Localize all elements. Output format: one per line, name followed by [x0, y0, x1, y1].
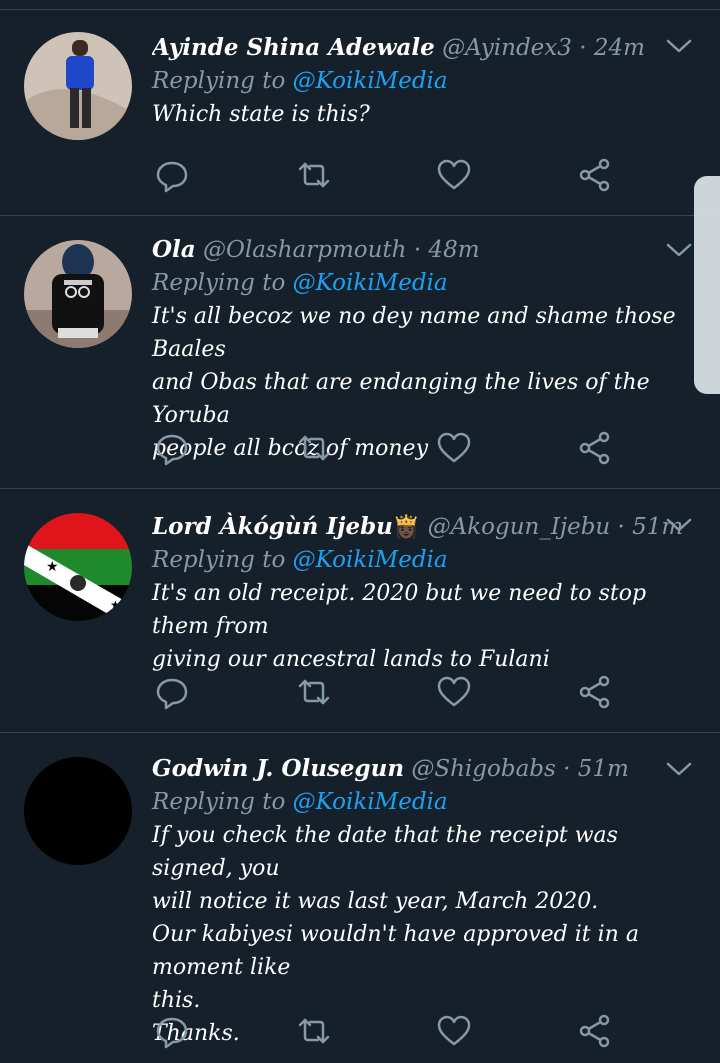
author-name[interactable]: Lord Àkógùń Ijebu: [152, 513, 393, 540]
replying-to: Replying to @KoikiMedia: [152, 785, 686, 819]
name-emoji: 👸🏿: [392, 515, 421, 540]
chevron-down-icon[interactable]: [664, 515, 694, 535]
avatar[interactable]: ★ ★: [24, 513, 132, 621]
svg-text:★: ★: [46, 559, 59, 575]
replying-to: Replying to @KoikiMedia: [152, 64, 686, 98]
retweet-icon[interactable]: [294, 155, 334, 195]
replying-to: Replying to @KoikiMedia: [152, 266, 686, 300]
author-name[interactable]: Ayinde Shina Adewale: [152, 34, 435, 61]
tweet-3[interactable]: ★ ★ Lord Àkógùń Ijebu👸🏿 @Akogun_Ijebu · …: [0, 489, 720, 733]
author-name[interactable]: Godwin J. Olusegun: [152, 755, 404, 782]
avatar[interactable]: [24, 32, 132, 140]
tweet-1[interactable]: Ayinde Shina Adewale @Ayindex3 · 24m Rep…: [0, 10, 720, 216]
svg-text:★: ★: [110, 598, 121, 612]
top-divider: [0, 0, 720, 10]
chevron-down-icon[interactable]: [664, 240, 694, 260]
share-icon[interactable]: [576, 428, 616, 468]
tweet-2[interactable]: Ola @Olasharpmouth · 48m Replying to @Ko…: [0, 216, 720, 489]
author-handle[interactable]: @Akogun_Ijebu: [428, 514, 611, 540]
author-name[interactable]: Ola: [152, 236, 196, 263]
chevron-down-icon[interactable]: [664, 759, 694, 779]
tweet-text: It's an old receipt. 2020 but we need to…: [152, 577, 686, 676]
tweet-text-line: will notice it was last year, March 2020…: [152, 889, 599, 914]
author-handle[interactable]: @Shigobabs: [411, 756, 555, 782]
replying-prefix: Replying to: [152, 789, 286, 815]
tweet-text-line: It's an old receipt. 2020 but we need to…: [152, 581, 647, 639]
tweet-text-line: If you check the date that the receipt w…: [152, 823, 618, 881]
tweet-actions: [152, 428, 612, 468]
tweet-header: Godwin J. Olusegun @Shigobabs · 51m: [152, 753, 686, 785]
tweet-4[interactable]: Godwin J. Olusegun @Shigobabs · 51m Repl…: [0, 733, 720, 1063]
reply-mention-link[interactable]: @KoikiMedia: [293, 789, 448, 815]
heart-icon[interactable]: [434, 155, 474, 195]
avatar-image: [24, 32, 132, 140]
tweet-header: Ayinde Shina Adewale @Ayindex3 · 24m: [152, 32, 686, 64]
chevron-down-icon[interactable]: [664, 36, 694, 56]
tweet-header: Lord Àkógùń Ijebu👸🏿 @Akogun_Ijebu · 51m: [152, 511, 686, 543]
reply-icon[interactable]: [152, 428, 192, 468]
tweet-actions: [152, 1011, 612, 1051]
tweet-header: Ola @Olasharpmouth · 48m: [152, 234, 686, 266]
tweet-text-line: Our kabiyesi wouldn't have approved it i…: [152, 922, 639, 980]
reply-icon[interactable]: [152, 672, 192, 712]
author-handle[interactable]: @Ayindex3: [442, 35, 572, 61]
reply-mention-link[interactable]: @KoikiMedia: [293, 547, 448, 573]
retweet-icon[interactable]: [294, 672, 334, 712]
timestamp[interactable]: · 48m: [414, 237, 480, 263]
reply-mention-link[interactable]: @KoikiMedia: [293, 270, 448, 296]
retweet-icon[interactable]: [294, 1011, 334, 1051]
retweet-icon[interactable]: [294, 428, 334, 468]
tweet-text-line: Which state is this?: [152, 102, 370, 127]
share-icon[interactable]: [576, 672, 616, 712]
reply-icon[interactable]: [152, 155, 192, 195]
tweet-text-line: and Obas that are endanging the lives of…: [152, 370, 650, 428]
author-handle[interactable]: @Olasharpmouth: [203, 237, 407, 263]
share-icon[interactable]: [576, 1011, 616, 1051]
share-icon[interactable]: [576, 155, 616, 195]
scrollbar-thumb[interactable]: [694, 176, 720, 394]
timestamp[interactable]: · 24m: [579, 35, 645, 61]
heart-icon[interactable]: [434, 1011, 474, 1051]
tweet-actions: [152, 155, 612, 195]
timestamp[interactable]: · 51m: [563, 756, 629, 782]
tweet-actions: [152, 672, 612, 712]
heart-icon[interactable]: [434, 428, 474, 468]
avatar-image: [24, 240, 132, 348]
tweet-text: Which state is this?: [152, 98, 686, 131]
replying-prefix: Replying to: [152, 547, 286, 573]
heart-icon[interactable]: [434, 672, 474, 712]
avatar[interactable]: [24, 757, 132, 865]
replying-prefix: Replying to: [152, 270, 286, 296]
replying-to: Replying to @KoikiMedia: [152, 543, 686, 577]
avatar-image: ★ ★: [24, 513, 132, 621]
replying-prefix: Replying to: [152, 68, 286, 94]
avatar[interactable]: [24, 240, 132, 348]
reply-icon[interactable]: [152, 1011, 192, 1051]
reply-mention-link[interactable]: @KoikiMedia: [293, 68, 448, 94]
tweet-text-line: It's all becoz we no dey name and shame …: [152, 304, 676, 362]
